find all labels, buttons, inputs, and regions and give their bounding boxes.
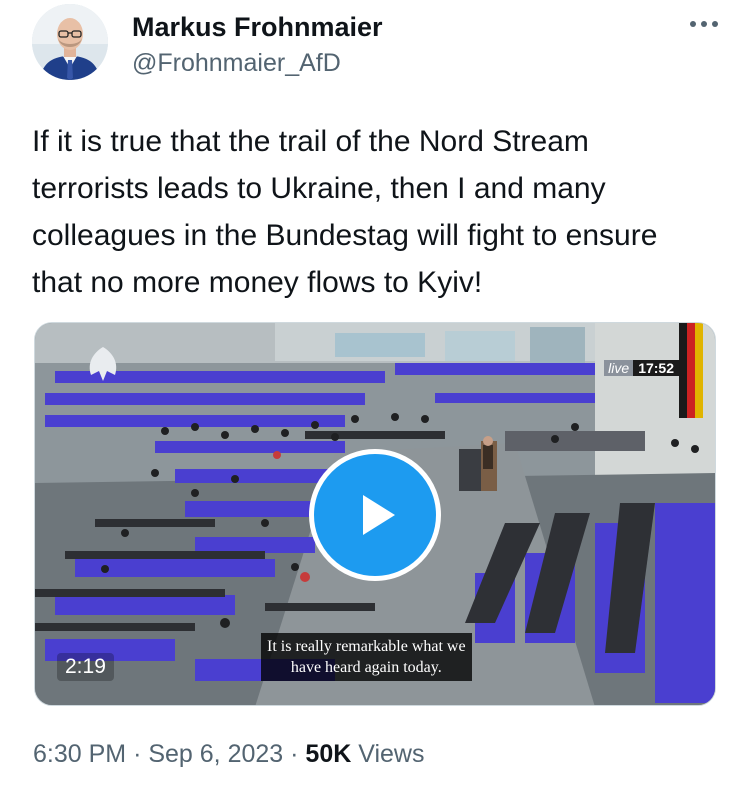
profile-photo-icon — [32, 4, 108, 80]
post-date[interactable]: Sep 6, 2023 — [148, 740, 283, 768]
play-icon — [363, 495, 395, 535]
tweet-meta: 6:30 PM · Sep 6, 2023 · 50K Views — [33, 740, 425, 769]
tweet-header: Markus Frohnmaier @Frohnmaier_AfD — [32, 4, 722, 84]
video-subtitle: It is really remarkable what we have hea… — [261, 633, 472, 681]
views-count: 50K — [305, 740, 352, 768]
separator: · — [290, 740, 299, 768]
avatar[interactable] — [32, 4, 108, 80]
subtitle-line-1: It is really remarkable what we — [267, 638, 466, 655]
live-badge: live 17:52 — [604, 359, 679, 377]
more-dots-icon — [690, 21, 718, 27]
separator: · — [133, 740, 142, 768]
video-player[interactable]: live 17:52 It is really remarkable what … — [34, 322, 716, 706]
video-duration: 2:19 — [57, 653, 114, 681]
live-label: live — [604, 360, 634, 376]
more-options-button[interactable] — [686, 12, 722, 36]
author-handle[interactable]: @Frohnmaier_AfD — [132, 49, 341, 78]
post-time[interactable]: 6:30 PM — [33, 740, 126, 768]
broadcast-clock: 17:52 — [633, 360, 679, 376]
subtitle-line-2: have heard again today. — [290, 659, 442, 676]
play-button[interactable] — [309, 449, 441, 581]
author-name[interactable]: Markus Frohnmaier — [132, 12, 383, 43]
tweet-text: If it is true that the trail of the Nord… — [32, 125, 658, 299]
views-label: Views — [358, 740, 425, 768]
